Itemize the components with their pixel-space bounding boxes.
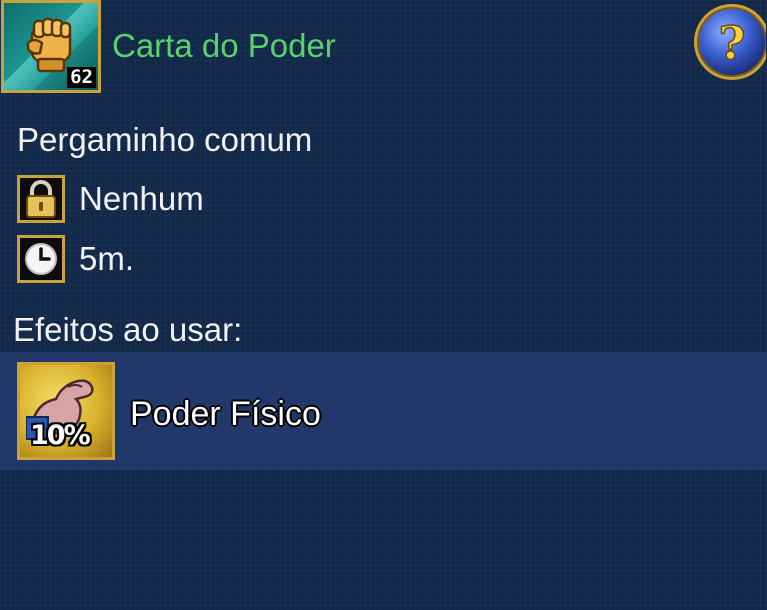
- binding-row: Nenhum: [17, 174, 204, 224]
- effect-percent: 10%: [30, 420, 91, 451]
- lock-icon: [17, 175, 65, 223]
- help-glyph: ?: [719, 16, 746, 70]
- item-icon[interactable]: 62: [1, 0, 101, 93]
- item-level-badge: 62: [67, 67, 96, 88]
- clock-icon: [17, 235, 65, 283]
- help-button[interactable]: ?: [690, 0, 767, 88]
- binding-value: Nenhum: [79, 180, 204, 217]
- duration-value: 5m.: [79, 240, 135, 277]
- item-tooltip-panel: 62 Carta do Poder ? Pergaminho comum Nen…: [0, 0, 767, 610]
- effect-row[interactable]: 10% Poder Físico: [0, 352, 767, 470]
- item-type: Pergaminho comum: [17, 121, 313, 158]
- effects-heading: Efeitos ao usar:: [13, 311, 243, 348]
- item-name: Carta do Poder: [112, 27, 336, 64]
- duration-row: 5m.: [17, 234, 134, 284]
- flexed-arm-icon: 10%: [17, 362, 115, 460]
- effect-name: Poder Físico: [130, 395, 321, 433]
- help-question-icon: ?: [694, 4, 767, 80]
